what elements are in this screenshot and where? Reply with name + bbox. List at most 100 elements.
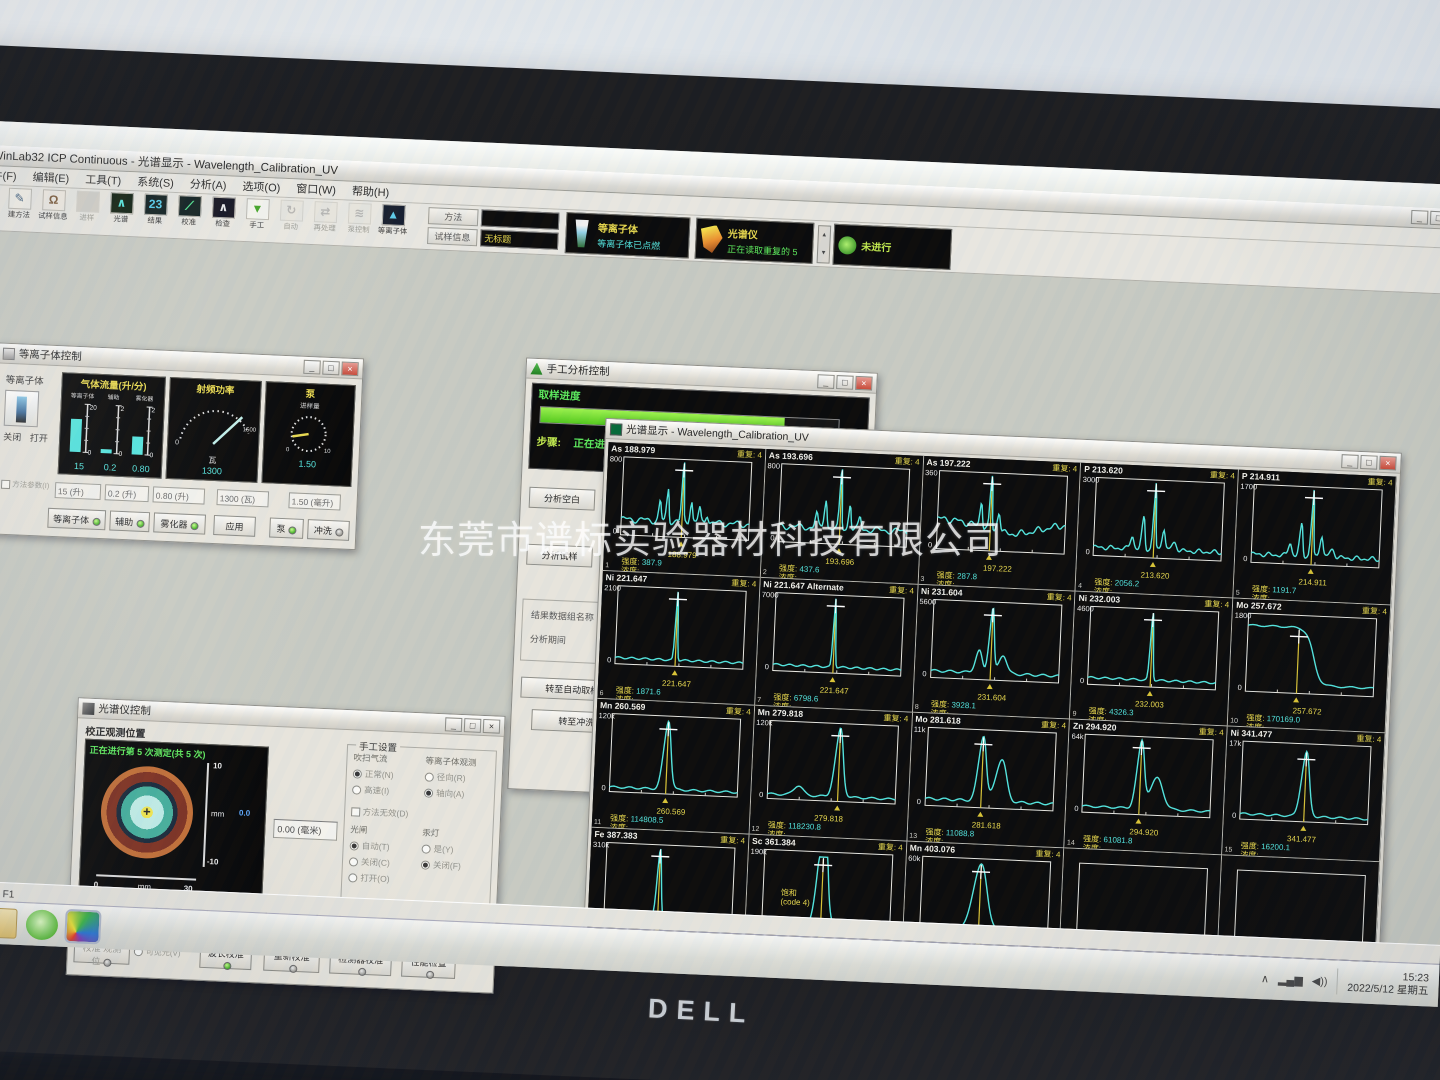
toolbar-button-manual[interactable]: ▼手工	[239, 198, 274, 231]
manual-maximize-button[interactable]: □	[836, 375, 854, 390]
spectrum-cell-11[interactable]: Mn 260.569重复: 4120k0260.569强度: 114808.5浓…	[592, 699, 755, 834]
menu-item-4[interactable]: 系统(S)	[130, 172, 181, 192]
spectrum-cell-7[interactable]: Ni 221.647 Alternate重复: 470000221.647强度:…	[755, 577, 918, 712]
ymax-label: 11k	[914, 725, 926, 734]
plasma-button-2[interactable]: 辅助	[109, 510, 150, 532]
gas-gauge-等离子体: 等离子体20015	[63, 389, 98, 471]
tray-clock[interactable]: 15:23 2022/5/12 星期五	[1336, 968, 1429, 998]
method-field[interactable]	[481, 209, 560, 229]
menu-item-3[interactable]: 工具(T)	[78, 170, 129, 190]
cell-index: 7	[757, 697, 761, 704]
plasma-window-icon	[3, 347, 16, 360]
sample-info-field[interactable]: 无标题	[480, 229, 559, 249]
menu-item-5[interactable]: 分析(A)	[182, 174, 233, 194]
menu-item-1[interactable]: 文件(F)	[0, 165, 24, 185]
spectra-close-button[interactable]: ×	[1379, 455, 1397, 470]
minimize-button[interactable]: _	[1411, 210, 1429, 225]
toolbar-button-inject[interactable]: 进样	[70, 190, 105, 223]
shutter-option-2[interactable]: 关闭(C)	[349, 855, 415, 870]
winlab-taskbar-icon[interactable]	[66, 911, 99, 942]
spectrum-cell-15[interactable]: Ni 341.477重复: 417k0341.477强度: 16200.1浓度:…	[1222, 726, 1385, 861]
offset-field[interactable]: 0.00 (毫米)	[273, 819, 338, 841]
spectrum-cell-2[interactable]: As 193.696重复: 48000193.696强度: 437.6浓度:2	[761, 449, 924, 584]
spectrum-cell-14[interactable]: Zn 294.920重复: 464k0294.920强度: 61081.8浓度:…	[1065, 720, 1228, 855]
tray-chevron-icon[interactable]: ∧	[1261, 972, 1270, 985]
plasma-on-button[interactable]: 打开	[30, 433, 48, 444]
purge-option-1[interactable]: 正常(N)	[353, 767, 419, 782]
plasma-param-field-1[interactable]: 15 (升)	[55, 482, 102, 500]
ymax-label: 190k	[750, 846, 767, 856]
plasma-off-button[interactable]: 关闭	[3, 432, 21, 443]
spm-close-button[interactable]: ×	[483, 718, 501, 733]
svg-text:0: 0	[87, 449, 91, 456]
client-area: 手工分析控制 _ □ × 取样进度 步骤: 正在进行第 分析空白	[0, 230, 1440, 945]
plasma-button-5[interactable]: 泵	[269, 517, 304, 538]
spectrum-cell-9[interactable]: Ni 232.003重复: 446000232.003强度: 4326.3浓度:…	[1070, 591, 1233, 726]
menu-item-2[interactable]: 编辑(E)	[25, 167, 76, 187]
plasma-button-6[interactable]: 冲洗	[307, 519, 350, 541]
toolbar-button-results[interactable]: 23结果	[138, 193, 173, 226]
plasma-view-option-2[interactable]: 轴向(A)	[424, 786, 494, 801]
menu-item-6[interactable]: 选项(O)	[235, 177, 288, 197]
maximize-button[interactable]: □	[1430, 211, 1440, 226]
security-icon[interactable]	[25, 909, 58, 940]
spectrum-cell-5[interactable]: P 214.911重复: 417000214.911强度: 1191.7浓度:5	[1234, 470, 1397, 605]
plasma-param-field-3[interactable]: 0.80 (升)	[152, 486, 205, 504]
spectrum-cell-8[interactable]: Ni 231.604重复: 456000231.604强度: 3928.1浓度:…	[913, 584, 1076, 719]
spectrum-cell-13[interactable]: Mo 281.618重复: 411k0281.618强度: 11088.8浓度:…	[907, 713, 1070, 848]
spectra-minimize-button[interactable]: _	[1341, 454, 1359, 469]
menu-item-8[interactable]: 帮助(H)	[345, 181, 397, 201]
cell-index: 11	[594, 818, 602, 825]
plasma-button-3[interactable]: 雾化器	[153, 512, 206, 534]
shutter-option-1[interactable]: 自动(T)	[349, 839, 415, 854]
manual-minimize-button[interactable]: _	[817, 374, 835, 389]
plasma-close-button[interactable]: ×	[341, 361, 359, 376]
plasma-button-4[interactable]: 应用	[213, 515, 256, 537]
method-invalid-checkbox[interactable]	[351, 808, 360, 817]
speaker-icon[interactable]: ◀))	[1312, 974, 1328, 988]
toolbar-button-auto[interactable]: ↻自动	[273, 199, 308, 232]
cell-index: 14	[1067, 839, 1075, 846]
analyze-sample-button[interactable]: 分析试样	[526, 544, 593, 568]
folder-icon[interactable]	[0, 907, 18, 938]
plasma-minimize-button[interactable]: _	[303, 359, 321, 374]
toolbar-button-pump[interactable]: ≋泵控制	[341, 202, 376, 235]
network-icon[interactable]: ▂▄▆	[1278, 972, 1303, 986]
toolbar-button-examine[interactable]: ∧检查	[205, 196, 240, 229]
idle-icon	[838, 236, 857, 255]
plasma-button-1[interactable]: 等离子体	[47, 508, 106, 531]
plasma-view-option-1[interactable]: 径向(R)	[425, 770, 495, 785]
menu-item-7[interactable]: 窗口(W)	[289, 179, 343, 199]
cell-index: 6	[599, 690, 603, 697]
purge-option-2[interactable]: 高速(I)	[352, 783, 418, 798]
manual-close-button[interactable]: ×	[855, 375, 873, 390]
spectra-maximize-button[interactable]: □	[1360, 454, 1378, 469]
spm-maximize-button[interactable]: □	[464, 718, 482, 733]
mercury-lamp-option-2[interactable]: 关闭(F)	[421, 858, 491, 873]
spectrum-cell-12[interactable]: Mn 279.818重复: 4120k0279.818强度: 118230.8浓…	[749, 706, 912, 841]
spm-minimize-button[interactable]: _	[445, 717, 463, 732]
spectrum-cell-4[interactable]: P 213.620重复: 430000213.620强度: 2056.2浓度:4	[1076, 463, 1239, 598]
analyze-blank-button[interactable]: 分析空白	[529, 487, 596, 511]
toolbar-button-plasma[interactable]: ▲等离子体	[375, 204, 410, 237]
status-spinner[interactable]: ▲▼	[817, 225, 832, 264]
toolbar-button-method[interactable]: ✎建方法	[2, 188, 37, 221]
toolbar-button-sample-info[interactable]: Ω试样信息	[36, 189, 71, 222]
toolbar-button-calibrate[interactable]: ⟋校准	[172, 195, 207, 228]
toolbar-button-label: 泵控制	[343, 224, 375, 235]
mercury-lamp-option-1[interactable]: 是(Y)	[421, 842, 491, 857]
spectrum-cell-6[interactable]: Ni 221.647重复: 421000221.647强度: 1871.6浓度:…	[597, 571, 760, 706]
plasma-param-field-5[interactable]: 1.50 (毫升)	[288, 492, 341, 510]
spectrum-cell-10[interactable]: Mo 257.672重复: 418000257.672强度: 170169.0浓…	[1228, 598, 1391, 733]
method-params-checkbox[interactable]	[1, 480, 10, 489]
plasma-param-field-2[interactable]: 0.2 (升)	[105, 484, 150, 502]
toolbar-button-spectrum[interactable]: ∧光谱	[104, 192, 139, 225]
plasma-status-box: 等离子体 等离子体已点燃	[565, 212, 691, 258]
plasma-param-field-4[interactable]: 1300 (瓦)	[216, 489, 269, 507]
spectrum-plot	[1235, 482, 1397, 582]
spectrum-cell-1[interactable]: As 188.979重复: 48000188.979强度: 387.9浓度:1	[603, 442, 766, 577]
toolbar-button-reprocess[interactable]: ⇄再处理	[307, 201, 342, 234]
spectrum-cell-3[interactable]: As 197.222重复: 43600197.222强度: 287.8浓度:3	[918, 456, 1081, 591]
plasma-maximize-button[interactable]: □	[322, 360, 340, 375]
shutter-option-3[interactable]: 打开(O)	[348, 871, 414, 886]
